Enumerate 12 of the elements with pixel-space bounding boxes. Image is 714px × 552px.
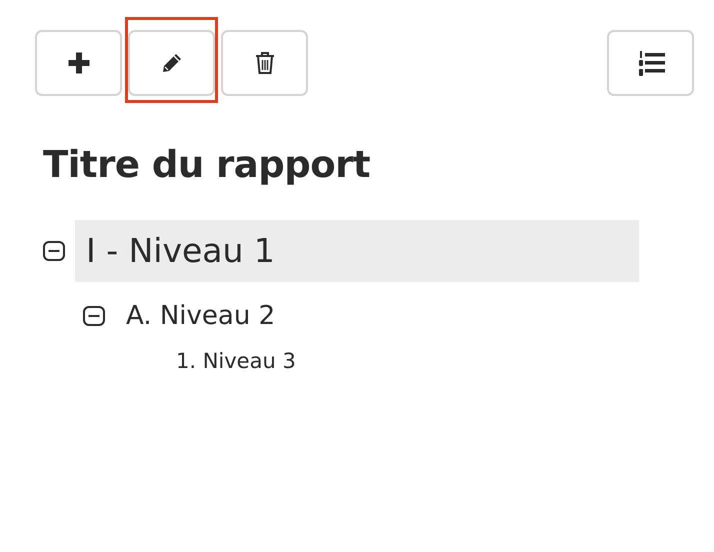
tree-item[interactable]: 1. Niveau 3 xyxy=(176,341,296,381)
collapse-icon[interactable] xyxy=(83,306,105,326)
delete-button[interactable] xyxy=(221,30,308,96)
plus-icon xyxy=(68,52,90,74)
tree-item[interactable]: I - Niveau 1 xyxy=(75,220,639,282)
report-title: Titre du rapport xyxy=(43,143,372,186)
trash-icon xyxy=(254,51,276,75)
collapse-icon[interactable] xyxy=(43,241,65,261)
numbered-list-button[interactable] xyxy=(607,30,694,96)
add-button[interactable] xyxy=(35,30,122,96)
tree-item[interactable]: A. Niveau 2 xyxy=(115,291,276,341)
edit-button[interactable] xyxy=(128,30,215,96)
